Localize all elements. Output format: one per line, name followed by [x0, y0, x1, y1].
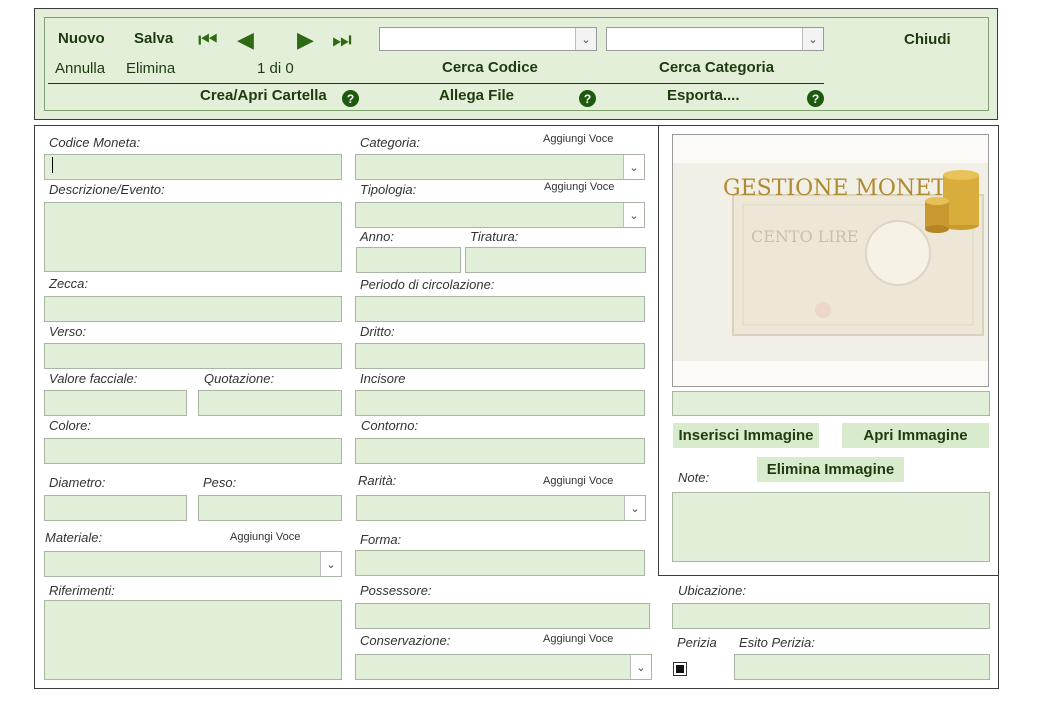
apri-immagine-button[interactable]: Apri Immagine	[842, 423, 989, 448]
next-record-icon[interactable]: ▶	[297, 29, 314, 51]
verso-label: Verso:	[49, 324, 87, 339]
possessore-field[interactable]	[355, 603, 650, 629]
anno-label: Anno:	[360, 229, 394, 244]
cerca-codice-label: Cerca Codice	[442, 59, 538, 76]
categoria-aggiungi-voce-link[interactable]: Aggiungi Voce	[543, 133, 613, 145]
periodo-field[interactable]	[355, 296, 645, 322]
chevron-down-icon[interactable]: ⌄	[624, 496, 645, 520]
esito-perizia-field[interactable]	[734, 654, 990, 680]
annulla-button[interactable]: Annulla	[55, 60, 105, 77]
anno-field[interactable]	[356, 247, 461, 273]
logo-text: GESTIONE MONETE	[723, 176, 962, 201]
chevron-down-icon[interactable]: ⌄	[630, 655, 651, 679]
first-record-icon[interactable]: ⏮	[198, 29, 218, 51]
contorno-field[interactable]	[355, 438, 645, 464]
riferimenti-field[interactable]	[44, 600, 342, 680]
cerca-categoria-combo[interactable]: ⌄	[606, 27, 824, 51]
perizia-label: Perizia	[677, 635, 717, 650]
zecca-field[interactable]	[44, 296, 342, 322]
tiratura-label: Tiratura:	[470, 229, 519, 244]
ubicazione-field[interactable]	[672, 603, 990, 629]
incisore-label: Incisore	[360, 371, 406, 386]
forma-label: Forma:	[360, 532, 402, 547]
tipologia-aggiungi-voce-link[interactable]: Aggiungi Voce	[544, 181, 614, 193]
dritto-field[interactable]	[355, 343, 645, 369]
help-icon[interactable]: ?	[342, 90, 359, 107]
esporta-button[interactable]: Esporta....	[667, 87, 740, 104]
inserisci-immagine-button[interactable]: Inserisci Immagine	[673, 423, 819, 448]
categoria-combo[interactable]: ⌄	[355, 154, 645, 180]
perizia-checkbox[interactable]	[673, 662, 687, 676]
chevron-down-icon[interactable]: ⌄	[575, 28, 596, 50]
nuovo-button[interactable]: Nuovo	[58, 30, 105, 47]
salva-button[interactable]: Salva	[134, 30, 173, 47]
crea-apri-cartella-button[interactable]: Crea/Apri Cartella	[200, 87, 327, 104]
rarita-aggiungi-voce-link[interactable]: Aggiungi Voce	[543, 475, 613, 487]
codice-moneta-field[interactable]	[44, 154, 342, 180]
dritto-label: Dritto:	[360, 324, 395, 339]
last-record-icon[interactable]: ⏭	[332, 29, 352, 51]
text-cursor	[52, 157, 53, 173]
tiratura-field[interactable]	[465, 247, 646, 273]
contorno-label: Contorno:	[361, 418, 419, 433]
conservazione-aggiungi-voce-link[interactable]: Aggiungi Voce	[543, 633, 613, 645]
note-label: Note:	[678, 470, 710, 485]
chevron-down-icon[interactable]: ⌄	[320, 552, 341, 576]
zecca-label: Zecca:	[49, 276, 89, 291]
categoria-label: Categoria:	[360, 135, 420, 150]
forma-field[interactable]	[355, 550, 645, 576]
tipologia-combo[interactable]: ⌄	[355, 202, 645, 228]
chevron-down-icon[interactable]: ⌄	[802, 28, 823, 50]
valore-facciale-label: Valore facciale:	[49, 371, 138, 386]
valore-facciale-field[interactable]	[44, 390, 187, 416]
elimina-button[interactable]: Elimina	[126, 60, 175, 77]
colore-label: Colore:	[49, 418, 91, 433]
materiale-combo[interactable]: ⌄	[44, 551, 342, 577]
tipologia-label: Tipologia:	[360, 182, 417, 197]
chevron-down-icon[interactable]: ⌄	[623, 155, 644, 179]
diametro-label: Diametro:	[49, 475, 106, 490]
conservazione-label: Conservazione:	[360, 633, 451, 648]
chiudi-button[interactable]: Chiudi	[904, 31, 951, 48]
cerca-categoria-label: Cerca Categoria	[659, 59, 775, 76]
descrizione-label: Descrizione/Evento:	[49, 182, 165, 197]
note-field[interactable]	[672, 492, 990, 562]
riferimenti-label: Riferimenti:	[49, 583, 115, 598]
periodo-label: Periodo di circolazione:	[360, 277, 495, 292]
incisore-field[interactable]	[355, 390, 645, 416]
banknote-text: CENTO LIRE	[751, 227, 858, 246]
help-icon[interactable]: ?	[807, 90, 824, 107]
esito-perizia-label: Esito Perizia:	[739, 635, 815, 650]
checkbox-checked-icon	[676, 665, 684, 673]
record-counter: 1 di 0	[257, 60, 294, 77]
verso-field[interactable]	[44, 343, 342, 369]
chevron-down-icon[interactable]: ⌄	[623, 203, 644, 227]
elimina-immagine-button[interactable]: Elimina Immagine	[757, 457, 904, 482]
ubicazione-label: Ubicazione:	[678, 583, 746, 598]
possessore-label: Possessore:	[360, 583, 432, 598]
quotazione-label: Quotazione:	[204, 371, 275, 386]
codice-moneta-label: Codice Moneta:	[49, 135, 141, 150]
peso-label: Peso:	[203, 475, 237, 490]
rarita-label: Rarità:	[358, 473, 397, 488]
diametro-field[interactable]	[44, 495, 187, 521]
help-icon[interactable]: ?	[579, 90, 596, 107]
peso-field[interactable]	[198, 495, 342, 521]
materiale-aggiungi-voce-link[interactable]: Aggiungi Voce	[230, 531, 300, 543]
toolbar-separator	[48, 83, 824, 84]
colore-field[interactable]	[44, 438, 342, 464]
image-path-field[interactable]	[672, 391, 990, 416]
descrizione-field[interactable]	[44, 202, 342, 272]
previous-record-icon[interactable]: ◀	[237, 29, 254, 51]
conservazione-combo[interactable]: ⌄	[355, 654, 652, 680]
cerca-codice-combo[interactable]: ⌄	[379, 27, 597, 51]
quotazione-field[interactable]	[198, 390, 342, 416]
banknote-image: CENTO LIRE GESTIONE MONETE	[673, 163, 988, 361]
coin-image: CENTO LIRE GESTIONE MONETE	[672, 134, 989, 387]
rarita-combo[interactable]: ⌄	[356, 495, 646, 521]
allega-file-button[interactable]: Allega File	[439, 87, 514, 104]
materiale-label: Materiale:	[45, 530, 103, 545]
